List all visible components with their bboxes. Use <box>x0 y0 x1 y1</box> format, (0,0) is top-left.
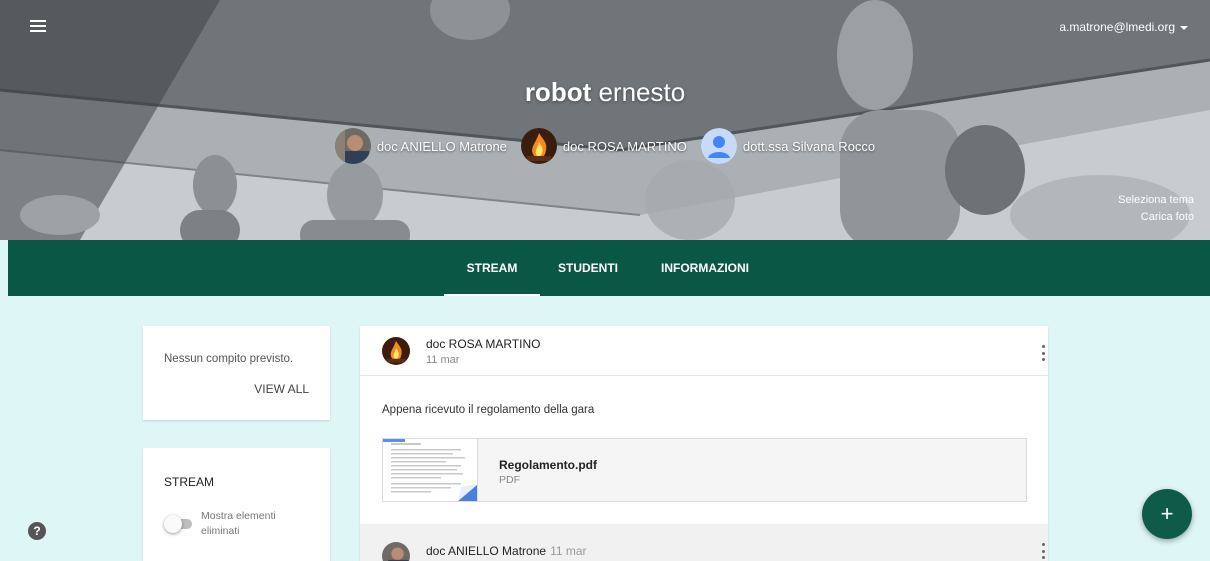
select-theme-link[interactable]: Seleziona tema <box>1118 192 1194 209</box>
tab-studenti[interactable]: STUDENTI <box>548 240 628 296</box>
photo-avatar-icon <box>334 128 371 164</box>
post-author: doc ROSA MARTINO <box>426 337 541 351</box>
teacher-name: doc ANIELLO Matrone <box>376 138 507 154</box>
pdf-thumbnail-icon <box>383 439 478 501</box>
class-tab-bar: STREAM STUDENTI INFORMAZIONI <box>8 240 1210 296</box>
teacher-item[interactable]: dott.ssa Silvana Rocco <box>700 128 876 164</box>
more-options-icon[interactable] <box>1037 542 1049 560</box>
fire-avatar-icon <box>382 337 410 365</box>
show-deleted-toggle[interactable] <box>164 515 192 533</box>
stream-post: doc ROSA MARTINO 11 mar Appena ricevuto … <box>360 326 1048 524</box>
upload-photo-link[interactable]: Carica foto <box>1118 209 1194 226</box>
post-text: Appena ricevuto il regolamento della gar… <box>382 404 595 416</box>
tab-informazioni[interactable]: INFORMAZIONI <box>650 240 760 296</box>
hamburger-menu-icon[interactable] <box>30 20 46 32</box>
stream-post: doc ANIELLO Matrone 11 mar <box>360 524 1048 561</box>
attachment-name: Regolamento.pdf <box>499 458 597 472</box>
view-all-button[interactable]: VIEW ALL <box>254 382 309 396</box>
more-options-icon[interactable] <box>1037 344 1049 362</box>
attachment-type: PDF <box>499 474 520 486</box>
teacher-list: doc ANIELLO Matrone doc ROSA MARTINO dot… <box>0 128 1210 164</box>
upcoming-message: Nessun compito previsto. <box>164 353 294 365</box>
class-title-rest: ernesto <box>591 77 686 107</box>
fire-avatar-icon <box>520 128 557 164</box>
stream-settings-card: STREAM Mostra elementi eliminati <box>143 448 330 561</box>
upcoming-work-card: Nessun compito previsto. VIEW ALL <box>143 326 330 420</box>
post-author-line: doc ANIELLO Matrone 11 mar <box>426 544 587 558</box>
post-header: doc ROSA MARTINO 11 mar <box>360 326 1048 376</box>
account-email: a.matrone@lmedi.org <box>1059 20 1175 34</box>
photo-avatar-icon <box>382 542 410 561</box>
class-header-banner: a.matrone@lmedi.org robot ernesto doc AN… <box>0 0 1210 240</box>
teacher-name: doc ROSA MARTINO <box>562 138 687 154</box>
robot-banner-image <box>0 0 1210 240</box>
tab-stream[interactable]: STREAM <box>444 240 540 296</box>
class-title-bold: robot <box>524 77 592 107</box>
help-icon[interactable]: ? <box>28 522 46 540</box>
class-title: robot ernesto <box>0 77 1210 108</box>
attachment-card[interactable]: Regolamento.pdf PDF <box>382 438 1027 502</box>
default-person-avatar-icon <box>700 128 737 164</box>
account-menu[interactable]: a.matrone@lmedi.org <box>1059 20 1188 34</box>
teacher-item[interactable]: doc ROSA MARTINO <box>520 128 687 164</box>
caret-down-icon <box>1180 25 1188 30</box>
add-post-button[interactable]: + <box>1142 489 1192 539</box>
teacher-item[interactable]: doc ANIELLO Matrone <box>334 128 507 164</box>
post-date: 11 mar <box>550 544 587 558</box>
post-date: 11 mar <box>426 354 460 366</box>
teacher-name: dott.ssa Silvana Rocco <box>742 138 876 154</box>
show-deleted-label: Mostra elementi eliminati <box>201 510 276 537</box>
post-author: doc ANIELLO Matrone <box>426 544 547 558</box>
theme-links: Seleziona tema Carica foto <box>1118 192 1194 226</box>
stream-settings-title: STREAM <box>164 475 215 489</box>
